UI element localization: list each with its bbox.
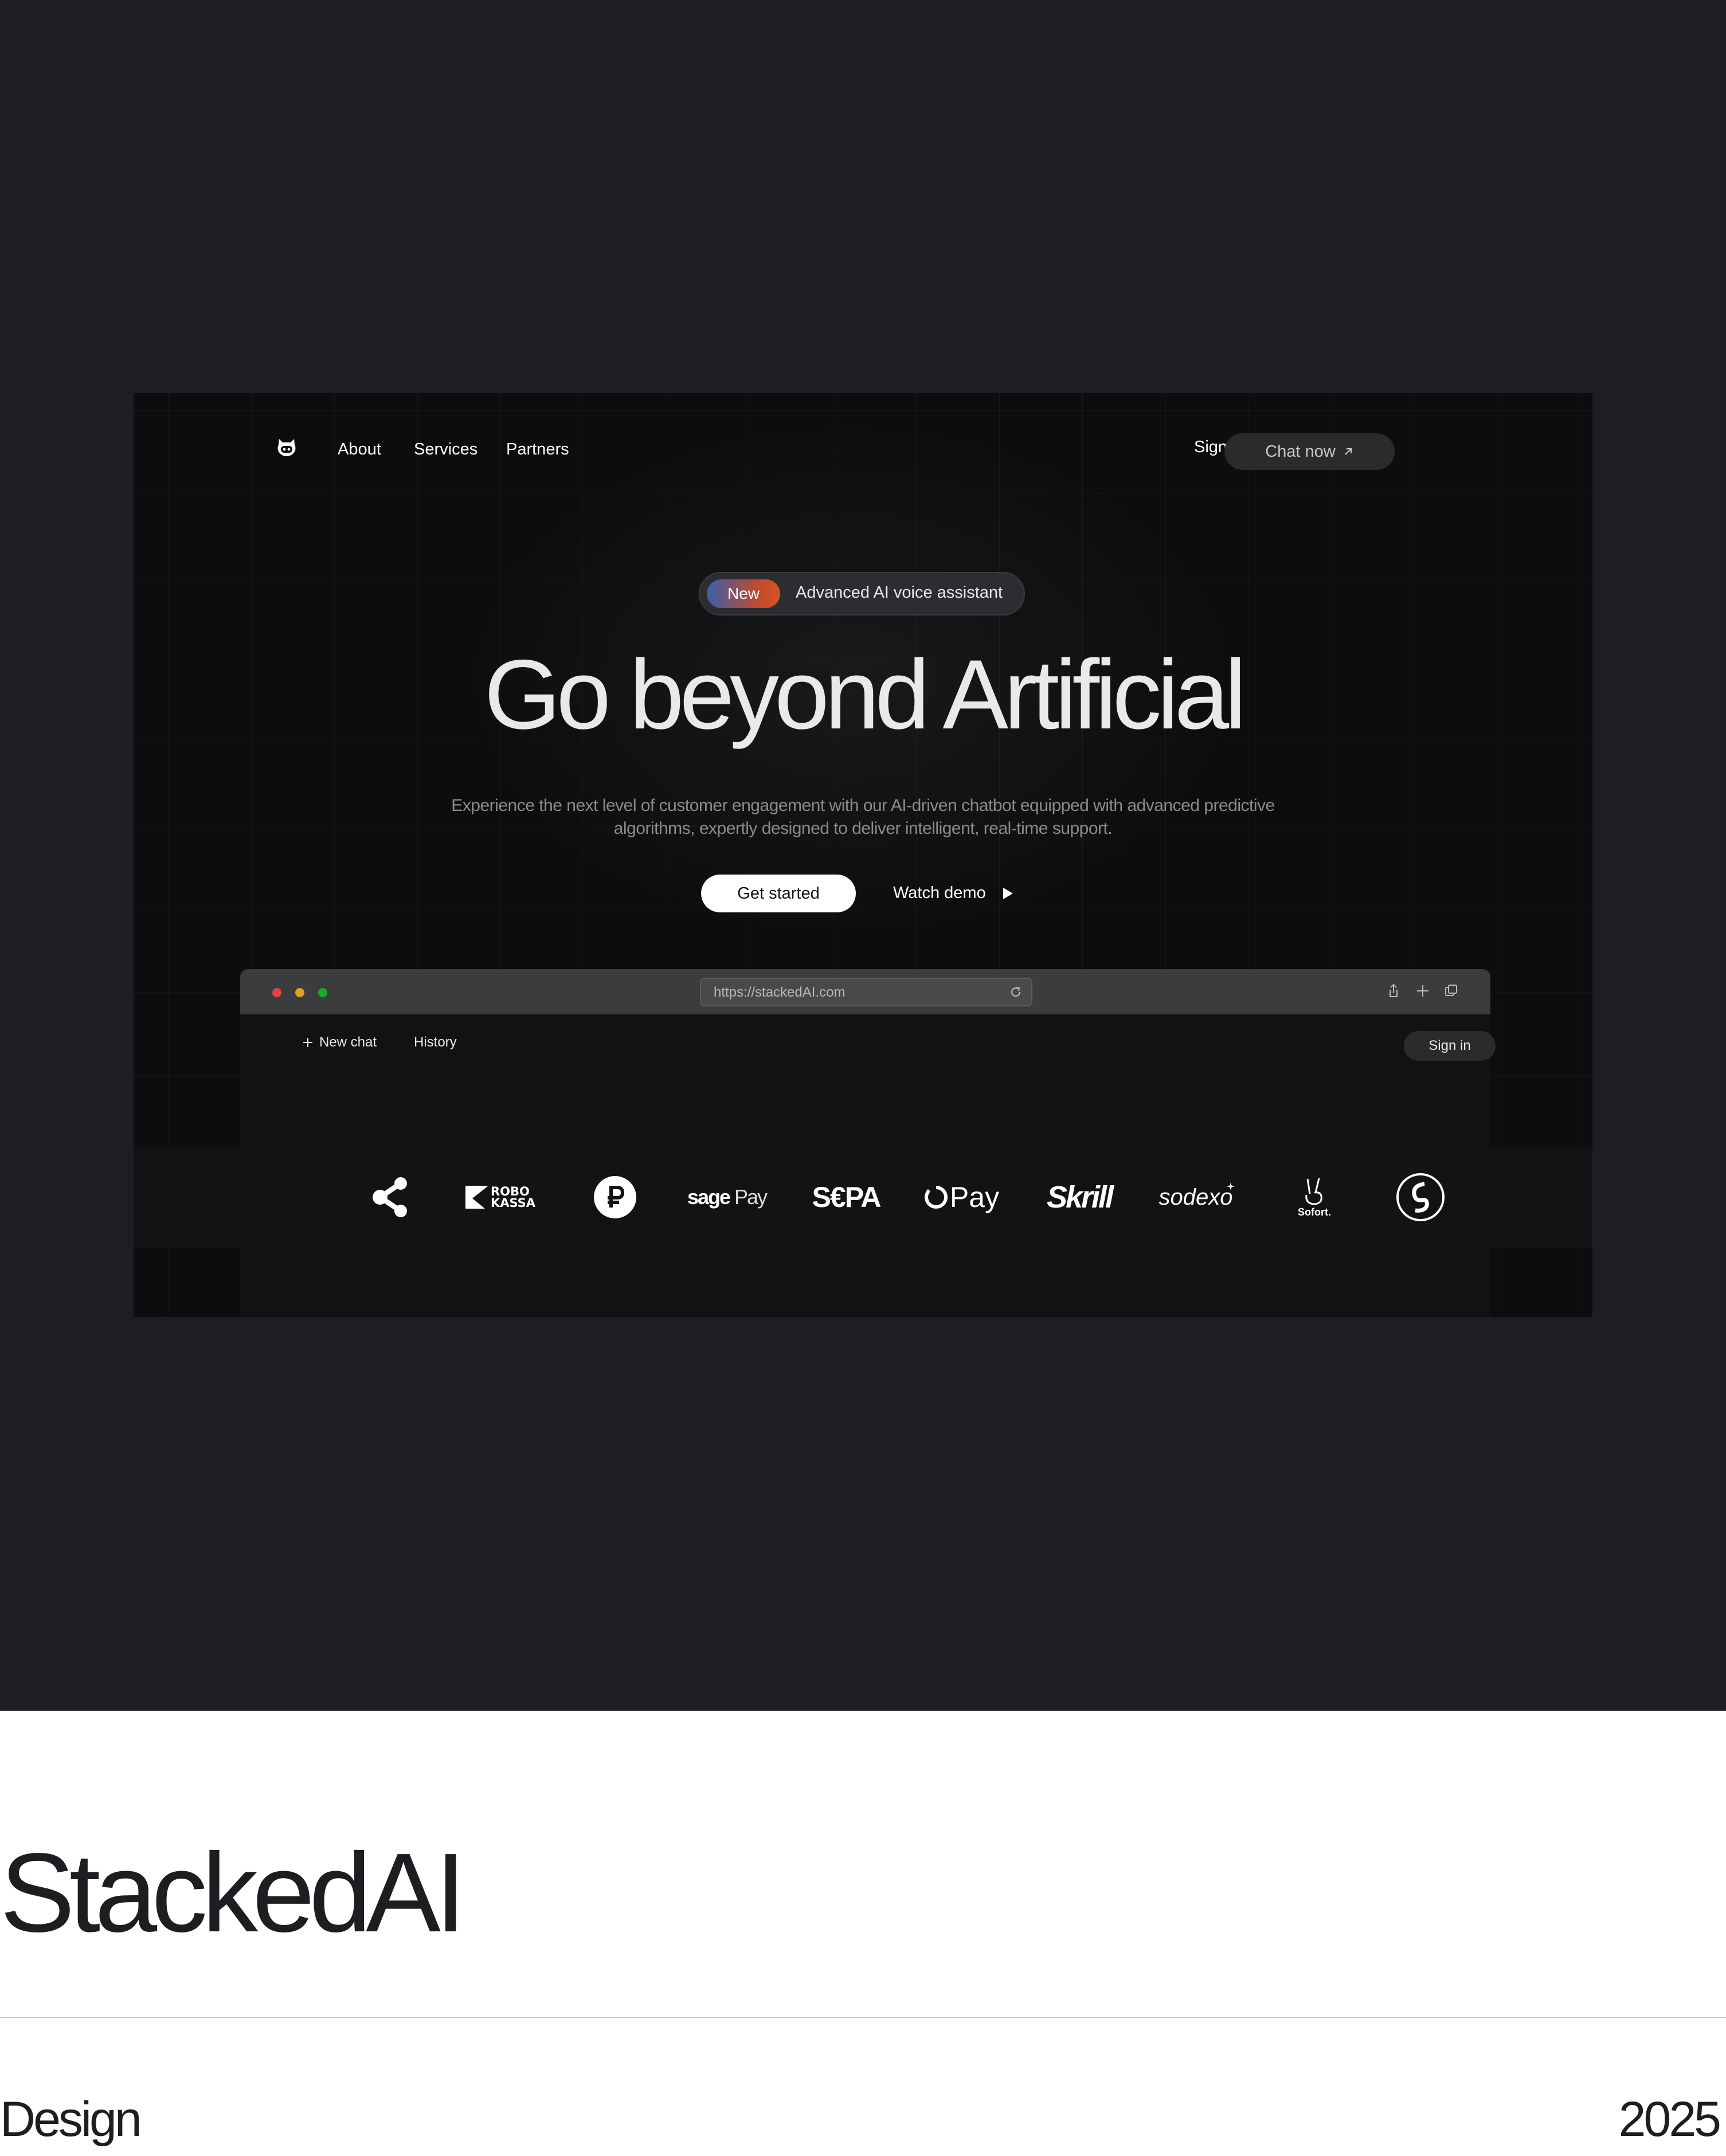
get-started-button[interactable]: Get started [701,875,856,912]
new-chat-button[interactable]: New chat [302,1034,377,1050]
nav-link-services[interactable]: Services [414,440,478,459]
sepa-logo: S€PA [812,1181,882,1213]
swirl-logo-icon [1392,1147,1449,1248]
announcement-badge[interactable]: New Advanced AI voice assistant [699,572,1025,616]
opay-text: Pay [949,1181,1000,1213]
chat-now-button[interactable]: Chat now [1224,433,1395,470]
ruble-logo-icon [589,1147,641,1248]
new-chat-label: New chat [319,1034,377,1050]
pay-text: Pay [734,1185,768,1209]
watch-demo-button[interactable]: Watch demo [893,884,1013,903]
hero-subtitle: Experience the next level of customer en… [451,796,1275,838]
nav-link-partners[interactable]: Partners [506,440,569,459]
robokassa-text-top: ROBO [490,1185,530,1198]
history-link[interactable]: History [414,1034,457,1050]
play-icon [1003,887,1013,899]
sodexo-logo: sodexo [1151,1147,1243,1248]
share-icon[interactable] [1385,982,1402,999]
page: About Services Partners Sign in Chat now… [0,0,1726,2156]
robokassa-text-bottom: KASSA [490,1196,536,1210]
nav-link-about[interactable]: About [338,440,381,459]
browser-mockup: https://stackedAI.com New chat History S… [240,969,1496,1317]
close-dot-icon[interactable] [272,988,281,997]
new-tab-icon[interactable] [1414,982,1431,999]
chat-now-label: Chat now [1265,442,1336,461]
partner-logos-strip: ROBO KASSA sage Pay S€PA Pay Skrill sode… [134,1147,1592,1248]
reload-icon[interactable] [1008,985,1023,999]
badge-text: Advanced AI voice assistant [796,583,1003,602]
peace-hand-icon [1305,1178,1322,1205]
project-title: StackedAI [0,1830,466,1955]
robokassa-mark-icon [465,1186,488,1209]
watch-demo-label: Watch demo [893,884,986,902]
opay-mark-icon [924,1186,948,1209]
divider-line [0,2017,1726,2018]
plus-icon [303,1038,312,1047]
skrill-logo: Skrill [1046,1180,1114,1214]
sodexo-star-icon [1227,1182,1235,1190]
website-screenshot: About Services Partners Sign in Chat now… [134,393,1592,1317]
inner-sign-in-button[interactable]: Sign in [1404,1031,1496,1061]
robot-logo-icon[interactable] [276,437,298,458]
showcase-background: About Services Partners Sign in Chat now… [0,0,1726,1711]
hero-title: Go beyond Artificial [484,640,1247,750]
tabs-overview-icon[interactable] [1443,982,1460,999]
sofort-text: Sofort. [1298,1206,1331,1218]
opay-logo: Pay [919,1147,1005,1248]
sodexo-text: sodexo [1159,1184,1233,1210]
new-tag: New [707,579,780,608]
address-bar[interactable]: https://stackedAI.com [700,978,1032,1006]
maximize-dot-icon[interactable] [318,988,327,997]
robokassa-logo: ROBO KASSA [457,1147,543,1248]
sofort-logo: Sofort. [1280,1147,1349,1248]
project-year: 2025 [1618,2092,1721,2147]
ripple-logo-icon [363,1147,420,1248]
minimize-dot-icon[interactable] [295,988,304,997]
project-category: Design [0,2092,142,2147]
url-text: https://stackedAI.com [714,985,846,1000]
sage-text: sage [687,1185,731,1209]
browser-toolbar: https://stackedAI.com [240,969,1490,1014]
sage-pay-logo: sage Pay [684,1147,770,1248]
arrow-up-right-icon [1344,448,1352,455]
